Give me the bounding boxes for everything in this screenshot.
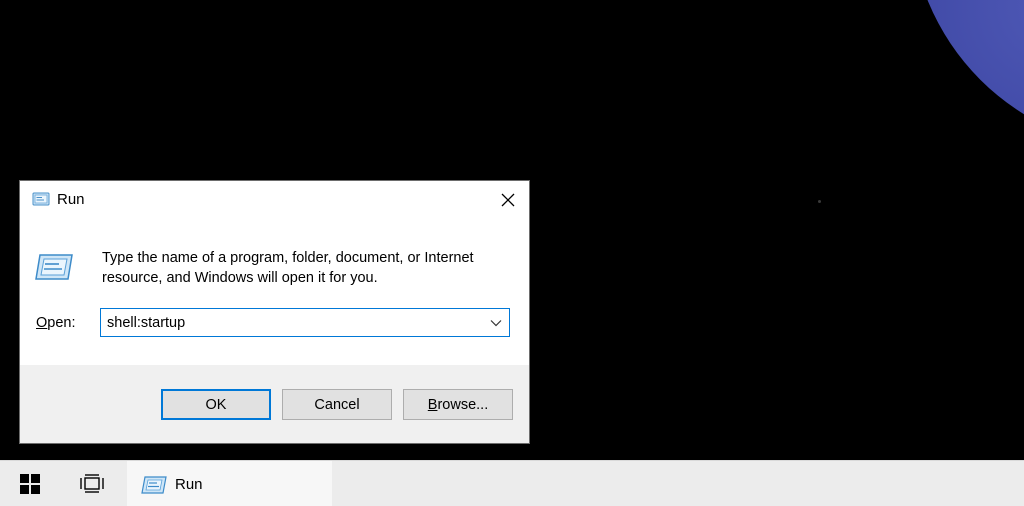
taskbar-item-label: Run [175, 476, 203, 493]
run-dialog: Run Type the name of a program, folder, … [20, 181, 529, 443]
windows-start-icon [20, 474, 40, 494]
run-icon [141, 476, 167, 494]
task-view-icon [80, 474, 104, 493]
dropdown-button[interactable] [487, 313, 505, 333]
dialog-footer: OK Cancel Browse... [20, 365, 529, 443]
task-view-button[interactable] [70, 467, 114, 501]
close-icon [501, 193, 515, 207]
open-label: Open: [36, 315, 76, 331]
dialog-title: Run [57, 191, 85, 208]
start-button[interactable] [10, 467, 50, 501]
chevron-down-icon [490, 320, 502, 327]
taskbar: Run [0, 460, 1024, 506]
wallpaper-planet [910, 0, 1024, 150]
open-input[interactable] [107, 309, 477, 336]
dialog-description: Type the name of a program, folder, docu… [102, 250, 474, 286]
ok-button[interactable]: OK [161, 389, 271, 420]
taskbar-item-run[interactable]: Run [127, 461, 332, 506]
wallpaper-star [818, 200, 821, 203]
run-icon [32, 192, 50, 206]
run-large-icon [34, 251, 74, 283]
open-combobox[interactable] [100, 308, 510, 337]
browse-button[interactable]: Browse... [403, 389, 513, 420]
dialog-titlebar[interactable]: Run [20, 181, 529, 219]
cancel-button[interactable]: Cancel [282, 389, 392, 420]
close-button[interactable] [495, 187, 521, 213]
